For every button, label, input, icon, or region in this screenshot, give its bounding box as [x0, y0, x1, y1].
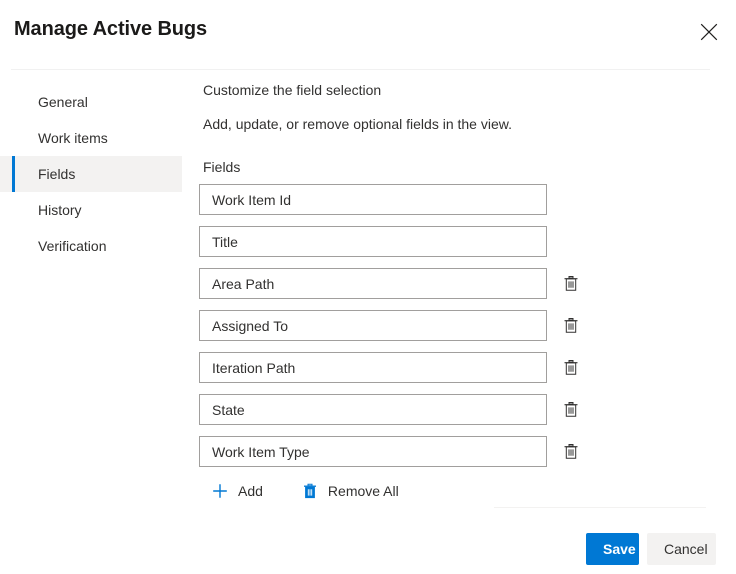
trash-icon: [563, 443, 579, 460]
sidebar-item-general[interactable]: General: [0, 84, 182, 120]
sidebar-item-label: History: [38, 202, 82, 218]
add-field-label: Add: [238, 483, 263, 499]
close-button[interactable]: [692, 16, 726, 48]
field-input-assigned-to[interactable]: [199, 310, 547, 341]
remove-all-label: Remove All: [327, 483, 399, 499]
field-row: [199, 310, 719, 341]
delete-field-button[interactable]: [559, 314, 583, 338]
sidebar: General Work items Fields History Verifi…: [0, 84, 190, 264]
field-row: [199, 226, 719, 257]
sidebar-item-fields[interactable]: Fields: [0, 156, 182, 192]
sidebar-item-label: Verification: [38, 238, 107, 254]
delete-field-button[interactable]: [559, 440, 583, 464]
dialog-footer: Save Cancel: [0, 533, 736, 565]
field-input-state[interactable]: [199, 394, 547, 425]
page-title: Manage Active Bugs: [14, 18, 208, 40]
sidebar-item-label: Fields: [38, 166, 76, 182]
trash-icon: [563, 401, 579, 418]
trash-icon: [301, 482, 319, 500]
add-field-button[interactable]: Add: [205, 478, 269, 504]
close-icon: [700, 23, 718, 41]
trash-icon: [563, 275, 579, 292]
field-row: [199, 394, 719, 425]
remove-all-button[interactable]: Remove All: [295, 478, 405, 504]
cancel-button[interactable]: Cancel: [647, 533, 716, 565]
field-actions: Add Remove All: [205, 478, 719, 504]
field-input-area-path[interactable]: [199, 268, 547, 299]
sidebar-item-history[interactable]: History: [0, 192, 182, 228]
field-input-work-item-id[interactable]: [199, 184, 547, 215]
sidebar-item-verification[interactable]: Verification: [0, 228, 182, 264]
field-input-work-item-type[interactable]: [199, 436, 547, 467]
section-heading: Customize the field selection: [203, 82, 382, 98]
fields-list: [199, 184, 719, 467]
dialog-header: Manage Active Bugs: [0, 0, 736, 70]
header-divider: [11, 69, 710, 70]
main-panel: Customize the field selection Add, updat…: [199, 82, 719, 504]
fields-group-label: Fields: [203, 159, 241, 175]
trash-icon: [563, 359, 579, 376]
sidebar-item-label: General: [38, 94, 88, 110]
delete-field-button[interactable]: [559, 398, 583, 422]
section-description: Add, update, or remove optional fields i…: [203, 116, 512, 132]
delete-field-button[interactable]: [559, 272, 583, 296]
sidebar-item-label: Work items: [38, 130, 108, 146]
field-input-iteration-path[interactable]: [199, 352, 547, 383]
plus-icon: [211, 482, 229, 500]
field-row: [199, 436, 719, 467]
field-input-title[interactable]: [199, 226, 547, 257]
field-row: [199, 184, 719, 215]
save-button[interactable]: Save: [586, 533, 639, 565]
sidebar-item-work-items[interactable]: Work items: [0, 120, 182, 156]
delete-field-button[interactable]: [559, 356, 583, 380]
footer-divider: [494, 507, 706, 508]
field-row: [199, 268, 719, 299]
field-row: [199, 352, 719, 383]
trash-icon: [563, 317, 579, 334]
